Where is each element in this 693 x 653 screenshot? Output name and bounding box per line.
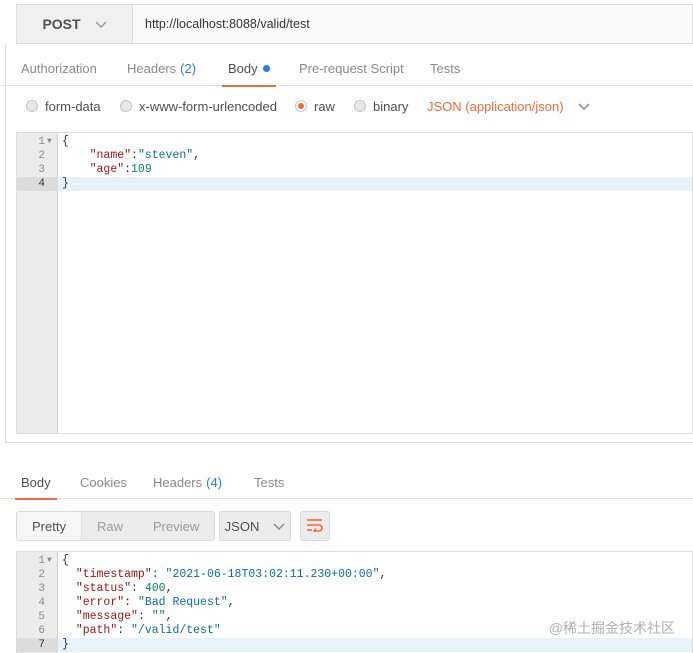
code-line: 1 ▼{ [38, 135, 69, 148]
content-type-select[interactable]: JSON (application/json) [427, 88, 590, 124]
modified-dot-icon [262, 64, 270, 72]
wrap-lines-icon [306, 518, 324, 535]
tab-label: Tests [254, 474, 285, 490]
tab-tests[interactable]: Tests [430, 50, 460, 86]
tab-label: Headers [127, 60, 177, 76]
view-mode-toggle: Pretty Raw Preview [16, 511, 216, 541]
tab-label: Authorization [21, 60, 97, 76]
tab-headers[interactable]: Headers (2) [127, 50, 196, 86]
radio-label: raw [314, 98, 335, 114]
code-line: 3 "age":109 [38, 163, 152, 176]
radio-circle-icon [120, 100, 132, 112]
code-line: 3 "status": 400, [38, 582, 173, 595]
tab-response-tests[interactable]: Tests [254, 465, 284, 499]
response-tabs: Body Cookies Headers (4) Tests [0, 465, 693, 500]
format-select[interactable]: JSON [219, 511, 291, 541]
url-bar: POST http://localhost:8088/valid/test [16, 4, 693, 44]
tab-label: Body [228, 60, 258, 76]
url-input[interactable]: http://localhost:8088/valid/test [133, 5, 692, 43]
radio-circle-icon [354, 100, 366, 112]
radio-selected-icon [295, 100, 307, 112]
chevron-down-icon [578, 99, 590, 114]
code-line-current: 4} [17, 177, 692, 191]
wrap-lines-button[interactable] [300, 511, 330, 541]
tab-authorization[interactable]: Authorization [21, 50, 97, 86]
tab-body[interactable]: Body [222, 50, 276, 87]
tab-pre-request-script[interactable]: Pre-request Script [299, 50, 404, 86]
code-line-current: 7} [17, 638, 692, 652]
chevron-down-icon [273, 519, 285, 534]
fold-arrow-icon: ▼ [47, 556, 52, 565]
view-pretty-button[interactable]: Pretty [17, 512, 82, 540]
method-select[interactable]: POST [17, 5, 133, 43]
method-label: POST [42, 16, 81, 32]
view-preview-button[interactable]: Preview [138, 512, 214, 540]
tab-cookies[interactable]: Cookies [80, 465, 127, 499]
format-label: JSON [224, 518, 260, 534]
chevron-down-icon [95, 16, 107, 32]
radio-binary[interactable]: binary [354, 88, 408, 124]
tab-response-body[interactable]: Body [15, 465, 57, 500]
request-body-editor[interactable]: 1 ▼{ 2 "name":"steven", 3 "age":109 4} [16, 132, 693, 434]
radio-raw[interactable]: raw [295, 88, 335, 124]
radio-label: binary [373, 98, 409, 114]
tab-label: Cookies [80, 474, 127, 490]
content-type-label: JSON (application/json) [427, 98, 564, 114]
code-line: 1 ▼{ [38, 554, 69, 567]
fold-arrow-icon: ▼ [47, 137, 52, 146]
tab-label: Pre-request Script [299, 60, 404, 76]
radio-circle-icon [26, 100, 38, 112]
radio-label: x-www-form-urlencoded [139, 98, 277, 114]
headers-count: (2) [180, 60, 197, 76]
url-text: http://localhost:8088/valid/test [145, 17, 310, 31]
radio-x-www-form-urlencoded[interactable]: x-www-form-urlencoded [120, 88, 277, 124]
tab-label: Body [21, 474, 51, 490]
response-toolbar: Pretty Raw Preview [16, 511, 216, 541]
request-tabs: Authorization Headers (2) Body Pre-reques… [0, 50, 693, 87]
code-line: 2 "timestamp": "2021-06-18T03:02:11.230+… [38, 568, 387, 581]
radio-form-data[interactable]: form-data [26, 88, 101, 124]
pane-divider[interactable] [5, 442, 693, 456]
watermark: @稀土掘金技术社区 [548, 620, 675, 636]
headers-count: (4) [206, 474, 223, 490]
tab-label: Tests [430, 60, 461, 76]
view-raw-button[interactable]: Raw [82, 512, 138, 540]
radio-label: form-data [45, 98, 101, 114]
tab-label: Headers [153, 474, 203, 490]
tab-response-headers[interactable]: Headers (4) [153, 465, 222, 499]
code-line: 2 "name":"steven", [38, 149, 201, 162]
code-line: 4 "error": "Bad Request", [38, 596, 235, 609]
